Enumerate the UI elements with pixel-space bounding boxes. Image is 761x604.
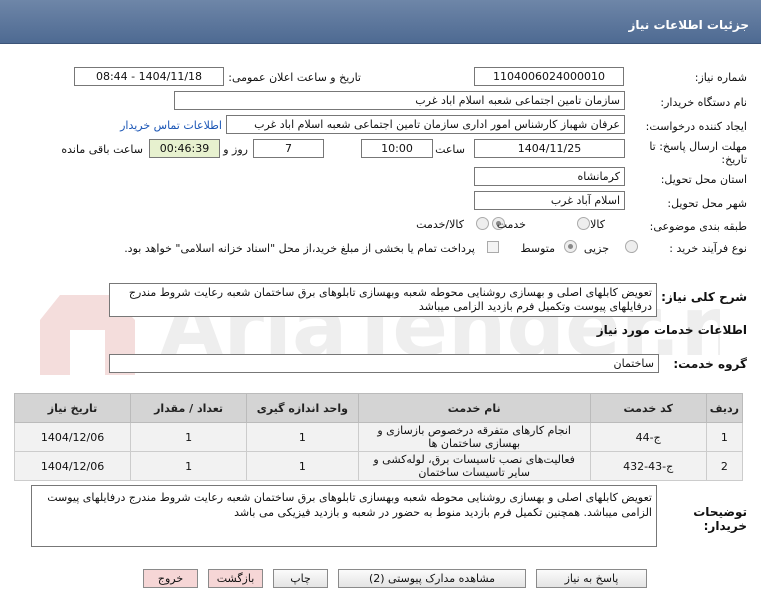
summary-textarea: تعویض کابلهای اصلی و بهسازی روشنایی محوط…	[109, 283, 657, 317]
creator-label: ایجاد کننده درخواست:	[645, 120, 747, 133]
category-service-label: خدمت	[496, 218, 526, 231]
attachments-button[interactable]: مشاهده مدارک پیوستی (2)	[338, 569, 526, 588]
province-label: استان محل تحویل:	[660, 173, 747, 186]
city-field: اسلام آباد غرب	[474, 191, 625, 210]
buyer-org-label: نام دستگاه خریدار:	[660, 96, 747, 109]
table-row: 2 ج-43-432 فعالیت‌های نصب تاسیسات برق، ل…	[13, 451, 744, 481]
time-remaining-label: ساعت باقی مانده	[61, 143, 143, 156]
province-field: کرمانشاه	[474, 167, 625, 186]
summary-label: شرح کلی نیاز:	[661, 290, 747, 304]
exit-button[interactable]: خروج	[143, 569, 198, 588]
cell-row: 2	[705, 451, 744, 481]
process-label: نوع فرآیند خرید :	[669, 242, 747, 255]
table-header-row: ردیف کد خدمت نام خدمت واحد اندازه گیری ت…	[13, 393, 744, 423]
cell-name: فعالیت‌های نصب تاسیسات برق، لوله‌کشی و س…	[357, 451, 591, 481]
col-name: نام خدمت	[357, 393, 591, 423]
deadline-date-field: 1404/11/25	[474, 139, 625, 158]
services-table-wrapper: ردیف کد خدمت نام خدمت واحد اندازه گیری ت…	[13, 393, 744, 481]
category-goods-service-label: کالا/خدمت	[416, 218, 464, 231]
cell-unit: 1	[246, 422, 359, 452]
buyer-contact-link[interactable]: اطلاعات تماس خریدار	[120, 119, 222, 132]
reply-button[interactable]: پاسخ به نیاز	[536, 569, 647, 588]
category-goods-service-radio[interactable]	[476, 217, 489, 230]
cell-code: ج-44	[589, 422, 707, 452]
buyer-notes-textarea: تعویض کابلهای اصلی و بهسازی روشنایی محوط…	[31, 485, 657, 547]
time-remaining-field: 00:46:39	[149, 139, 220, 158]
service-group-label: گروه خدمت:	[673, 357, 747, 371]
creator-field: عرفان شهباز کارشناس امور اداری سازمان تا…	[226, 115, 625, 134]
cell-code: ج-43-432	[589, 451, 707, 481]
cell-date: 1404/12/06	[13, 422, 132, 452]
services-table: ردیف کد خدمت نام خدمت واحد اندازه گیری ت…	[13, 393, 744, 481]
col-qty: تعداد / مقدار	[130, 393, 248, 423]
city-label: شهر محل تحویل:	[667, 197, 747, 210]
col-row: ردیف	[705, 393, 744, 423]
cell-qty: 1	[130, 422, 248, 452]
col-date: تاریخ نیاز	[13, 393, 132, 423]
page-title: جزئیات اطلاعات نیاز	[628, 18, 749, 32]
announce-field: 1404/11/18 - 08:44	[74, 67, 224, 86]
cell-qty: 1	[130, 451, 248, 481]
print-button[interactable]: چاپ	[273, 569, 328, 588]
process-minor-label: جزیی	[583, 242, 609, 255]
category-goods-radio[interactable]	[577, 217, 590, 230]
days-remaining-field: 7	[253, 139, 324, 158]
announce-label: تاریخ و ساعت اعلان عمومی:	[228, 71, 361, 84]
table-row: 1 ج-44 انجام کارهای متفرقه درخصوص بازساز…	[13, 422, 744, 452]
deadline-date-label: تاریخ:	[721, 153, 747, 166]
buyer-notes-label: توضیحات خریدار:	[693, 505, 747, 533]
deadline-time-field: 10:00	[361, 139, 433, 158]
services-section-title: اطلاعات خدمات مورد نیاز	[596, 323, 747, 337]
process-minor-radio[interactable]	[625, 240, 638, 253]
process-medium-label: متوسط	[520, 242, 555, 255]
buyer-org-field: سازمان تامین اجتماعی شعبه اسلام اباد غرب	[174, 91, 625, 110]
treasury-payment-note: پرداخت تمام یا بخشی از مبلغ خرید،از محل …	[124, 242, 475, 255]
col-code: کد خدمت	[589, 393, 707, 423]
page-title-bar: جزئیات اطلاعات نیاز	[0, 0, 761, 44]
process-medium-radio[interactable]	[564, 240, 577, 253]
category-goods-label: کالا	[590, 218, 605, 231]
treasury-payment-checkbox[interactable]	[487, 241, 499, 253]
back-button[interactable]: بازگشت	[208, 569, 263, 588]
cell-row: 1	[705, 422, 744, 452]
service-group-field: ساختمان	[109, 354, 659, 373]
need-number-label: شماره نیاز:	[694, 71, 747, 84]
cell-name: انجام کارهای متفرقه درخصوص بازسازی و بهس…	[357, 422, 591, 452]
category-label: طبقه بندی موضوعی:	[649, 220, 747, 233]
deadline-label: مهلت ارسال پاسخ: تا	[649, 140, 747, 153]
need-number-field: 1104006024000010	[474, 67, 624, 86]
deadline-time-label: ساعت	[435, 143, 465, 156]
days-label: روز و	[223, 143, 248, 156]
cell-unit: 1	[246, 451, 359, 481]
cell-date: 1404/12/06	[13, 451, 132, 481]
col-unit: واحد اندازه گیری	[246, 393, 359, 423]
